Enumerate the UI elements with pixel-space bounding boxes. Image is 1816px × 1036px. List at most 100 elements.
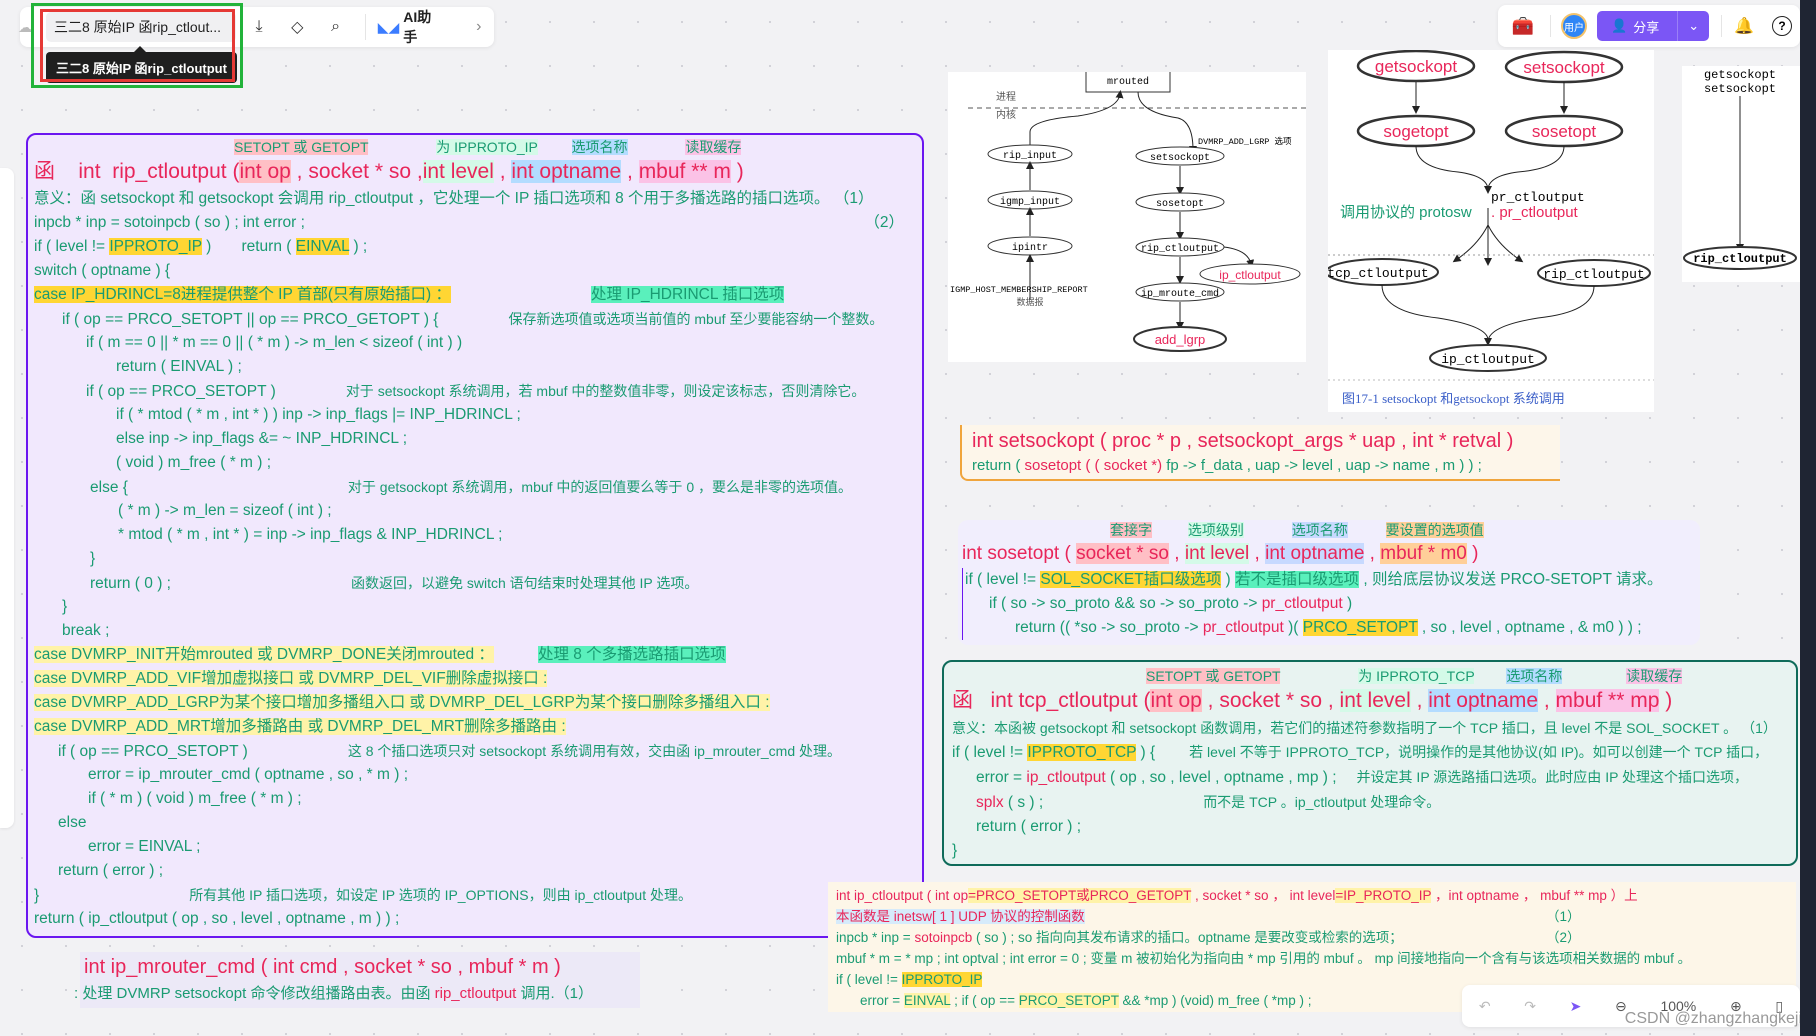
help-icon[interactable]: ? — [1772, 16, 1793, 36]
note: 对于 getsockopt 系统调用，mbuf 中的返回值要么等于 0 ，要么是… — [347, 479, 852, 495]
note: 处理 IP_HDRINCL 插口选项 — [591, 286, 785, 303]
node-rip-ctloutput: rip_ctloutput — [1141, 243, 1219, 255]
chevron-down-icon[interactable]: ⌄ — [1677, 11, 1709, 41]
code-text: ( s ) ; — [1003, 794, 1044, 811]
code-text: ) — [1342, 595, 1353, 612]
bell-icon[interactable]: 🔔 — [1734, 16, 1754, 36]
param: int optname — [1428, 689, 1539, 712]
label-report: IGMP_HOST_MEMBERSHIP_REPORT — [950, 285, 1088, 295]
const: PRCO_SETOPT — [1302, 619, 1418, 636]
code-fn: sosetopt ( ( socket *) — [1024, 457, 1167, 474]
code-line: else — [58, 814, 87, 831]
code-text: error = — [976, 769, 1027, 786]
note: 处理 8 个多播选路插口选项 — [537, 646, 726, 663]
label-optname: 选项名称 — [1291, 522, 1348, 538]
sep: ) — [730, 160, 744, 183]
const: IPPROTO_TCP — [1027, 744, 1137, 761]
search-icon[interactable]: ⌕ — [320, 11, 350, 43]
code-text: )( — [1283, 619, 1303, 636]
note: 对于 setsockopt 系统调用，若 mbuf 中的整数值非零，则设定该标志… — [345, 383, 866, 399]
watermark: CSDN @zhangzhangkeji — [1624, 1010, 1802, 1027]
window-edge — [1800, 0, 1816, 1036]
code-line: else {对于 getsockopt 系统调用，mbuf 中的返回值要么等于 … — [34, 475, 916, 499]
node-rip-ctloutput: rip_ctloutput — [1693, 252, 1787, 266]
node-pr-ctloutput: pr_ctloutput — [1491, 190, 1585, 205]
undo-icon[interactable]: ↶ — [1479, 998, 1491, 1015]
code-text: return ( 0 ) ; — [90, 575, 171, 592]
code-line: inpcb * inp = sotoinpcb ( so ) ; so 指向向其… — [836, 927, 1788, 948]
code-line: } — [62, 598, 68, 615]
code-line: mbuf * m = * mp ; int optval ; int error… — [836, 951, 1692, 966]
node-sosetopt: sosetopt — [1532, 122, 1597, 141]
desc-fn: rip_ctloutput — [434, 985, 517, 1002]
node-sosetopt: sosetopt — [1156, 199, 1204, 210]
param: int level — [1184, 543, 1250, 564]
code-text: case DVMRP_ADD_MRT增加多播路由 或 DVMRP_DEL_MRT… — [34, 718, 566, 735]
figure-multicast-flow: mrouted 进程 内核 rip_input igmp_input ipint… — [948, 69, 1306, 362]
desc-text: 调用.（1） — [516, 985, 594, 1002]
code-fn: pr_ctloutput — [1202, 619, 1284, 636]
node-ip-mroute-cmd: ip_mroute_cmd — [1141, 288, 1219, 300]
code-line: } — [952, 842, 958, 859]
sosetopt-card[interactable]: 套接字 选项级别 选项名称 要设置的选项值 int sosetopt ( soc… — [958, 520, 1700, 645]
divider — [1721, 15, 1723, 37]
label-setsockopt: setsockopt — [1704, 82, 1776, 96]
code-text: case DVMRP_ADD_LGRP为某个接口增加多播组入口 或 DVMRP_… — [34, 694, 770, 711]
download-icon[interactable]: ⤓ — [244, 11, 274, 43]
avatar[interactable]: 用户 — [1561, 13, 1587, 39]
code-line: 意义：函 setsockopt 和 getsockopt 会调用 rip_ctl… — [34, 190, 874, 207]
code-line: return ( EINVAL ) ; — [116, 358, 242, 375]
pointer-tool-icon[interactable]: ➤ — [1570, 998, 1582, 1015]
label-datagram: 数据报 — [1016, 296, 1043, 308]
const: SOL_SOCKET插口级选项 — [1040, 571, 1222, 588]
edge — [1381, 284, 1489, 341]
edge — [1484, 145, 1565, 194]
tcp-ctloutput-card[interactable]: SETOPT 或 GETOPT 为 IPPROTO_TCP 选项名称 读取缓存 … — [942, 660, 1798, 866]
param-op: int op — [239, 160, 291, 183]
ip-mrouter-cmd-card[interactable]: int ip_mrouter_cmd ( int cmd , socket * … — [74, 952, 640, 1008]
param-level: int level — [422, 160, 494, 183]
code-line: break ; — [62, 622, 110, 639]
code-fn: ip_ctloutput — [1026, 769, 1106, 786]
return-type: int — [78, 160, 101, 183]
sep: , — [1410, 689, 1429, 712]
node-add-lgrp: add_lgrp — [1155, 332, 1206, 347]
code-fn: pr_ctloutput — [1261, 595, 1343, 612]
sig-part: =IP_PROTO_IP — [1335, 888, 1432, 903]
code-line: ( void ) m_free ( * m ) ; — [116, 454, 272, 471]
param: int optname — [1265, 543, 1365, 564]
note: 若不是插口级选项 — [1235, 571, 1360, 588]
toolbox-icon[interactable]: 🧰 — [1506, 16, 1540, 37]
figure-caption: 图17-1 setsockopt 和getsockopt 系统调用 — [1342, 391, 1565, 406]
note: 并设定其 IP 源选路插口选项。此时应由 IP 处理这个插口选项， — [1356, 769, 1749, 785]
code-text: inpcb * inp = — [836, 930, 915, 945]
const: IPPROTO_IP — [109, 238, 202, 255]
redo-icon[interactable]: ↷ — [1524, 998, 1536, 1015]
code-line: if ( so -> so_proto && so -> so_proto ->… — [965, 592, 1696, 616]
ai-assistant-button[interactable]: ◣◢ AI助手 — [364, 9, 442, 45]
tag-icon[interactable]: ◇ — [282, 11, 312, 43]
note: 而不是 TCP 。ip_ctloutput 处理命令。 — [1203, 794, 1441, 810]
node-tcp-ctloutput: tcp_ctloutput — [1328, 266, 1429, 281]
share-button[interactable]: 👤 分享 ⌄ — [1597, 11, 1710, 41]
param: socket * so — [1076, 543, 1169, 564]
sep: , — [621, 160, 639, 183]
document-title[interactable]: 三二8 原始IP 函rip_ctlout... — [46, 12, 236, 42]
note: 函数返回，以避免 switch 语句结束时处理其他 IP 选项。 — [350, 575, 699, 591]
func-name: int sosetopt ( — [962, 543, 1071, 564]
note: 保存新选项值或选项当前值的 mbuf 至少要能容纳一个整数。 — [508, 311, 884, 327]
code-line: if ( * mtod ( * m , int * ) ) inp -> inp… — [116, 406, 521, 423]
node-ip-ctloutput: ip_ctloutput — [1219, 268, 1281, 282]
label-optname: 选项名称 — [1506, 668, 1563, 684]
code-text: ( op , so , level , optname , mp ) ; — [1105, 769, 1337, 786]
setsockopt-card[interactable]: int setsockopt ( proc * p , setsockopt_a… — [960, 425, 1560, 481]
note-pr-ctloutput: . pr_ctloutput — [1491, 204, 1579, 221]
note: 所有其他 IP 插口选项，如设定 IP 选项的 IP_OPTIONS，则由 ip… — [189, 887, 692, 903]
chevron-right-icon[interactable]: › — [464, 11, 494, 43]
sep: ) — [1659, 689, 1673, 712]
rip-ctloutput-card[interactable]: SETOPT 或 GETOPT 为 IPPROTO_IP 选项名称 读取缓存 函… — [26, 133, 924, 938]
code-text: inpcb * inp = sotoinpcb ( so ) ; int err… — [34, 214, 305, 231]
sep: ) — [1466, 543, 1479, 564]
sig-part: =PRCO_SETOPT或PRCO_GETOPT — [968, 888, 1192, 903]
function-signature: 函 int rip_ctloutput (int op , socket * s… — [34, 157, 916, 187]
